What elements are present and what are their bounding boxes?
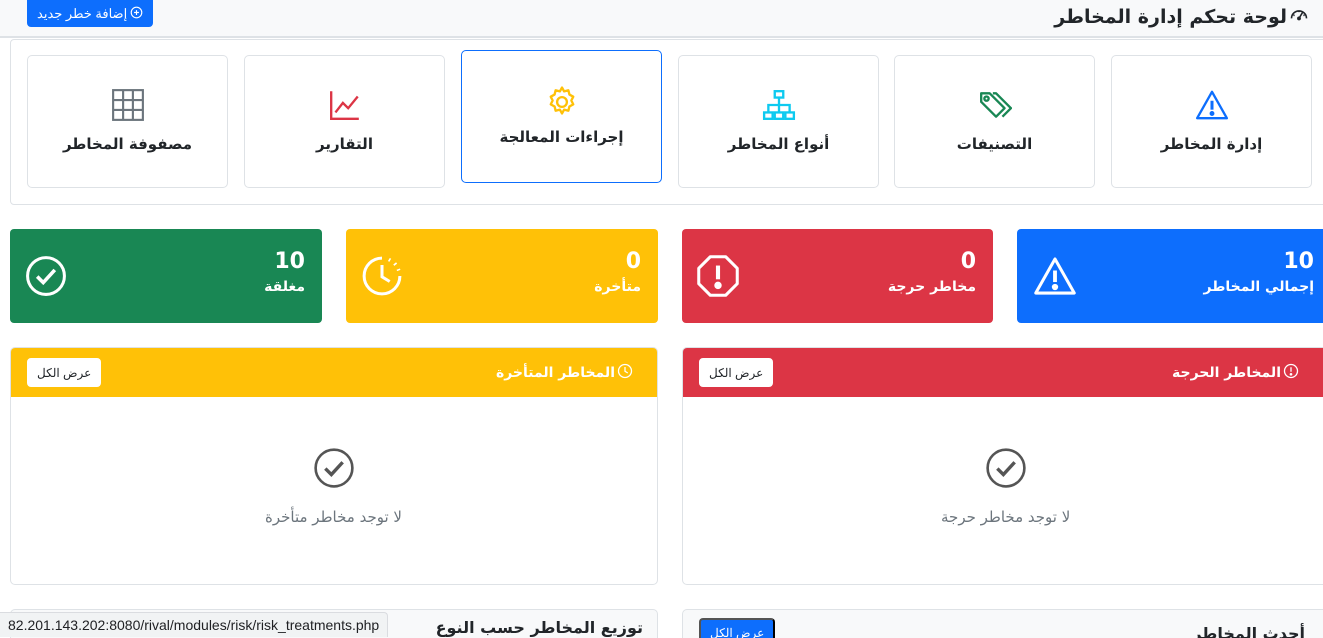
view-all-critical-button[interactable]: عرض الكل: [699, 358, 774, 387]
stat-label: مغلقة: [264, 279, 305, 295]
page-header: لوحة تحكم إدارة المخاطر إضافة خطر جديد: [0, 0, 1323, 38]
tags-icon: [977, 87, 1013, 123]
critical-risks-panel: المخاطر الحرجة عرض الكل لا توجد مخاطر حر…: [682, 347, 1323, 585]
warning-triangle-icon: [1033, 254, 1077, 298]
exclamation-octagon-icon: [696, 254, 740, 298]
stat-label: مخاطر حرجة: [887, 279, 976, 295]
stat-value: 10: [274, 249, 305, 274]
latest-risks-panel: أحدث المخاطر عرض الكل: [682, 609, 1323, 638]
nav-card-categories[interactable]: التصنيفات: [894, 55, 1095, 188]
nav-card-label: إدارة المخاطر: [1160, 135, 1263, 153]
stat-value: 10: [1283, 249, 1314, 274]
nav-card-risk-matrix[interactable]: مصفوفة المخاطر: [27, 55, 228, 188]
line-chart-icon: [327, 87, 363, 123]
empty-state-text: لا توجد مخاطر حرجة: [941, 508, 1071, 526]
nav-card-reports[interactable]: التقارير: [244, 55, 445, 188]
nav-card-treatments[interactable]: إجراءات المعالجة: [461, 50, 662, 183]
nav-card-risk-management[interactable]: إدارة المخاطر: [1111, 55, 1312, 188]
stat-card-critical-risks: 0 مخاطر حرجة: [682, 229, 993, 323]
diagram-icon: [761, 87, 797, 123]
plus-circle-icon: [130, 6, 143, 22]
overdue-risks-panel: المخاطر المتأخرة عرض الكل لا توجد مخاطر …: [10, 347, 658, 585]
stat-card-total-risks: 10 إجمالي المخاطر: [1017, 229, 1323, 323]
grid-icon: [110, 87, 146, 123]
stat-value: 0: [960, 249, 976, 274]
nav-card-label: التقارير: [316, 135, 373, 153]
panel-title-text: المخاطر المتأخرة: [495, 365, 615, 381]
nav-card-label: التصنيفات: [956, 135, 1033, 153]
panel-title: توزيع المخاطر حسب النوع: [435, 618, 643, 637]
nav-card-label: إجراءات المعالجة: [499, 128, 624, 146]
speedometer-icon: [1289, 4, 1309, 29]
clock-icon: [617, 363, 633, 383]
clock-history-icon: [360, 254, 404, 298]
add-risk-button[interactable]: إضافة خطر جديد: [27, 0, 154, 27]
gear-icon: [544, 84, 580, 120]
warning-triangle-icon: [1194, 87, 1230, 123]
nav-card-risk-types[interactable]: أنواع المخاطر: [678, 55, 879, 188]
check-circle-icon: [313, 447, 355, 489]
check-circle-icon: [24, 254, 68, 298]
panel-title: المخاطر المتأخرة: [496, 363, 633, 383]
empty-state-text: لا توجد مخاطر متأخرة: [265, 508, 402, 526]
page-title: لوحة تحكم إدارة المخاطر: [1054, 4, 1309, 29]
stat-label: متأخرة: [594, 279, 641, 295]
view-all-latest-button[interactable]: عرض الكل: [699, 618, 776, 638]
status-bar-url: 82.201.143.202:8080/rival/modules/risk/r…: [0, 612, 389, 637]
view-all-overdue-button[interactable]: عرض الكل: [27, 358, 102, 387]
check-circle-icon: [985, 447, 1027, 489]
nav-card-label: أنواع المخاطر: [727, 135, 830, 153]
stat-card-closed-risks: 10 مغلقة: [10, 229, 322, 323]
exclamation-circle-icon: [1283, 363, 1299, 383]
stat-value: 0: [625, 249, 641, 274]
panel-header: المخاطر المتأخرة عرض الكل: [11, 348, 657, 397]
page-title-text: لوحة تحكم إدارة المخاطر: [1054, 5, 1287, 28]
stat-card-overdue-risks: 0 متأخرة: [346, 229, 658, 323]
panel-title: المخاطر الحرجة: [1172, 363, 1299, 383]
stat-label: إجمالي المخاطر: [1203, 279, 1314, 295]
nav-card-label: مصفوفة المخاطر: [62, 135, 193, 153]
panel-title: أحدث المخاطر: [1192, 624, 1305, 638]
panel-header: المخاطر الحرجة عرض الكل: [683, 348, 1323, 397]
add-risk-button-label: إضافة خطر جديد: [37, 5, 128, 21]
panel-title-text: المخاطر الحرجة: [1172, 365, 1281, 381]
